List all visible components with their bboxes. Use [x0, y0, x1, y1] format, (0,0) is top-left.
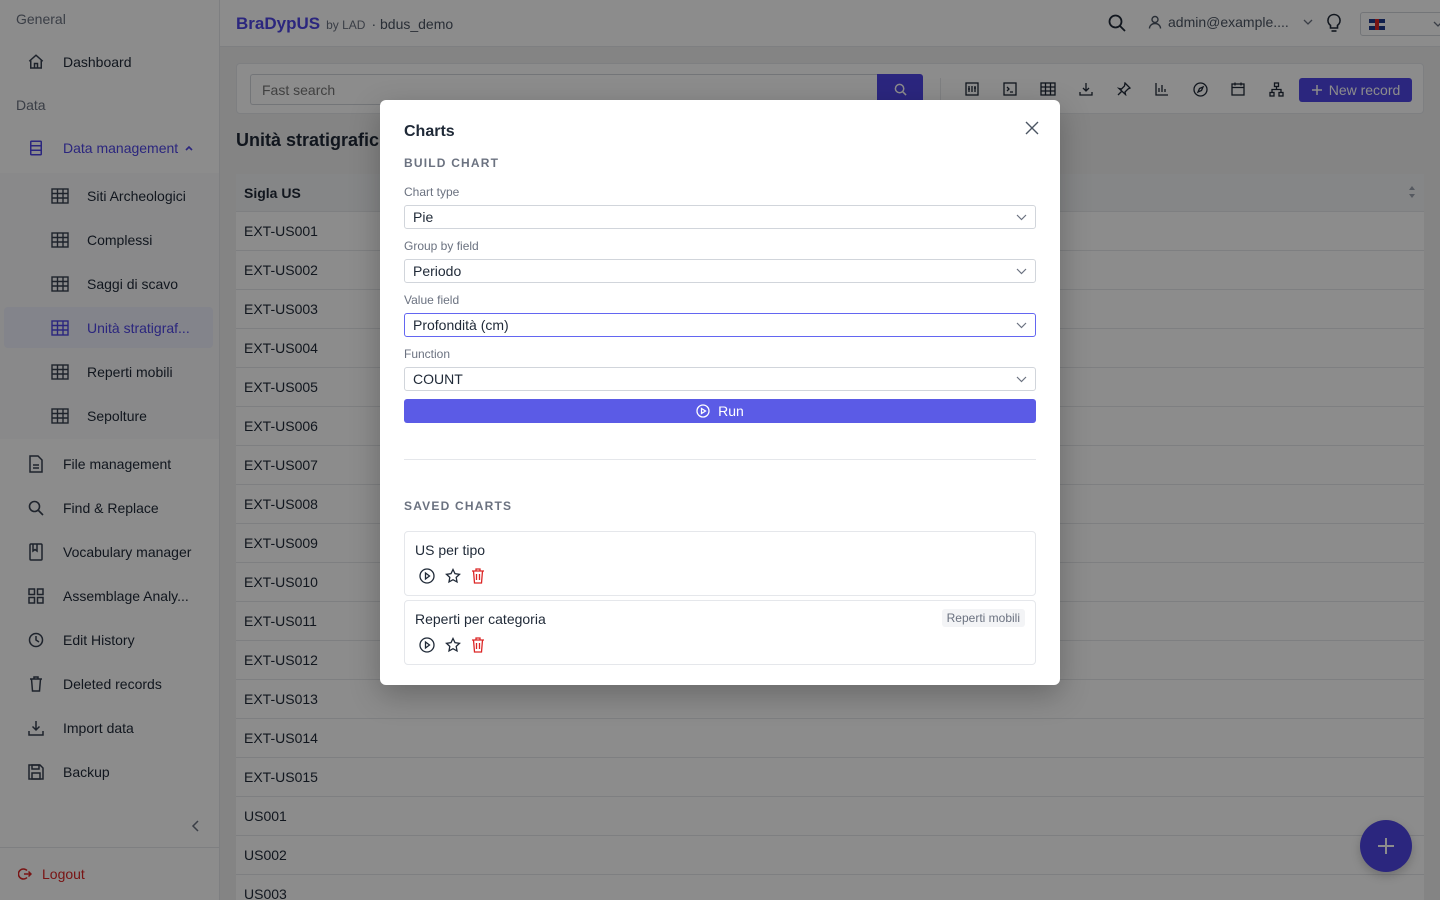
- charts-modal: Charts BUILD CHART Chart type Pie Group …: [380, 100, 1060, 685]
- function-select[interactable]: COUNT: [404, 367, 1036, 391]
- saved-chart-table-badge: Reperti mobili: [941, 609, 1025, 627]
- delete-trash-icon[interactable]: [471, 568, 487, 584]
- close-icon: [1024, 120, 1040, 136]
- saved-chart-actions: [419, 637, 487, 653]
- group-by-select[interactable]: Periodo: [404, 259, 1036, 283]
- saved-charts-heading: SAVED CHARTS: [404, 499, 513, 513]
- run-saved-chart-button[interactable]: [419, 568, 435, 584]
- favorite-star-icon[interactable]: [445, 637, 461, 653]
- chart-type-select[interactable]: Pie: [404, 205, 1036, 229]
- delete-trash-icon[interactable]: [471, 637, 487, 653]
- saved-chart-card: Reperti per categoria Reperti mobili: [404, 600, 1036, 665]
- run-label: Run: [718, 403, 744, 419]
- build-chart-heading: BUILD CHART: [404, 156, 500, 170]
- chevron-down-icon: [1016, 376, 1027, 383]
- function-label: Function: [404, 347, 451, 361]
- value-field-label: Value field: [404, 293, 460, 307]
- saved-chart-card: US per tipo: [404, 531, 1036, 596]
- chart-type-label: Chart type: [404, 185, 460, 199]
- value-field-select[interactable]: Profondità (cm): [404, 313, 1036, 337]
- run-chart-button[interactable]: Run: [404, 399, 1036, 423]
- saved-chart-actions: [419, 568, 487, 584]
- chevron-down-icon: [1016, 322, 1027, 329]
- chevron-down-icon: [1016, 214, 1027, 221]
- modal-title: Charts: [404, 123, 455, 140]
- chart-type-value: Pie: [413, 209, 434, 225]
- chevron-down-icon: [1016, 268, 1027, 275]
- saved-chart-name: Reperti per categoria: [415, 611, 546, 627]
- group-by-value: Periodo: [413, 263, 462, 279]
- close-modal-button[interactable]: [1024, 120, 1040, 136]
- saved-chart-name: US per tipo: [415, 542, 486, 558]
- group-by-label: Group by field: [404, 239, 479, 253]
- play-circle-icon: [696, 404, 710, 418]
- modal-divider: [404, 459, 1036, 460]
- run-saved-chart-button[interactable]: [419, 637, 435, 653]
- function-value: COUNT: [413, 371, 463, 387]
- favorite-star-icon[interactable]: [445, 568, 461, 584]
- value-field-value: Profondità (cm): [413, 317, 509, 333]
